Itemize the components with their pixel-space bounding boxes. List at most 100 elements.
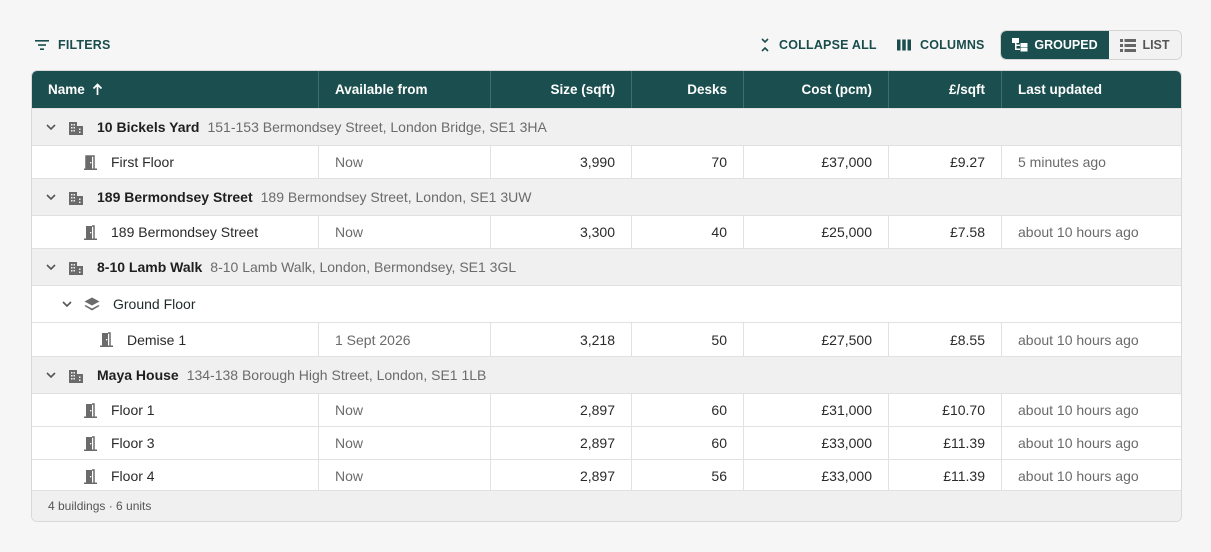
door-icon: [84, 468, 97, 484]
unit-name-cell: Floor 1: [32, 394, 319, 426]
column-header-label: Cost (pcm): [801, 82, 873, 97]
unit-name-cell: First Floor: [32, 146, 319, 178]
unit-name-cell: Floor 3: [32, 427, 319, 459]
updated-cell: about 10 hours ago: [1018, 224, 1139, 240]
building-icon: [69, 369, 83, 383]
collapse-arrows-icon: [761, 38, 769, 52]
filters-button[interactable]: FILTERS: [35, 28, 111, 62]
size-cell: 3,300: [491, 216, 632, 248]
building-icon: [69, 121, 83, 135]
chevron-down-icon[interactable]: [46, 123, 56, 131]
column-header-label: Last updated: [1018, 82, 1103, 97]
table-row[interactable]: Floor 4 Now 2,897 56 £33,000 £11.39 abou…: [32, 459, 1181, 492]
building-address: 8-10 Lamb Walk, London, Bermondsey, SE1 …: [210, 259, 517, 275]
unit-name-cell: 189 Bermondsey Street: [32, 216, 319, 248]
list-icon: [1120, 38, 1137, 52]
group-cell: 8-10 Lamb Walk 8-10 Lamb Walk, London, B…: [32, 259, 516, 275]
group-row[interactable]: 8-10 Lamb Walk 8-10 Lamb Walk, London, B…: [32, 248, 1181, 285]
desks-cell: 60: [632, 394, 744, 426]
filters-label: FILTERS: [58, 38, 111, 52]
group-cell: 189 Bermondsey Street 189 Bermondsey Str…: [32, 189, 531, 205]
column-header-label: Desks: [687, 82, 727, 97]
building-address: 189 Bermondsey Street, London, SE1 3UW: [260, 189, 532, 205]
available-cell: Now: [319, 146, 491, 178]
cost-cell: £27,500: [744, 323, 889, 356]
table-toolbar: FILTERS COLLAPSE ALL COLUMNS GROUPED LIS…: [31, 28, 1182, 62]
table-row[interactable]: 189 Bermondsey Street Now 3,300 40 £25,0…: [32, 215, 1181, 248]
table-header: Name Available from Size (sqft) Desks Co…: [32, 71, 1181, 108]
unit-name-cell: Floor 4: [32, 460, 319, 492]
column-header-updated[interactable]: Last updated: [1002, 71, 1181, 108]
size-cell: 3,990: [491, 146, 632, 178]
unit-name: Demise 1: [127, 331, 187, 348]
table-row[interactable]: Demise 1 1 Sept 2026 3,218 50 £27,500 £8…: [32, 322, 1181, 356]
size-cell: 2,897: [491, 394, 632, 426]
cost-cell: £33,000: [744, 427, 889, 459]
unit-name-cell: Demise 1: [32, 323, 319, 356]
chevron-down-icon[interactable]: [46, 371, 56, 379]
column-header-cost[interactable]: Cost (pcm): [744, 71, 889, 108]
updated-cell: 5 minutes ago: [1018, 154, 1106, 170]
door-icon: [84, 154, 97, 170]
tree-icon: [1012, 38, 1028, 52]
chevron-down-icon[interactable]: [46, 263, 56, 271]
building-name: 10 Bickels Yard: [97, 119, 200, 135]
floor-name: Ground Floor: [113, 296, 196, 312]
column-header-label: Available from: [335, 82, 428, 97]
column-header-name[interactable]: Name: [32, 71, 319, 108]
collapse-all-button[interactable]: COLLAPSE ALL: [760, 28, 877, 62]
floor-cell: Ground Floor: [32, 296, 195, 312]
properties-table: Name Available from Size (sqft) Desks Co…: [31, 70, 1182, 522]
available-cell: Now: [319, 427, 491, 459]
view-toggle: GROUPED LIST: [1000, 30, 1182, 60]
building-icon: [69, 191, 83, 205]
table-row[interactable]: Floor 1 Now 2,897 60 £31,000 £10.70 abou…: [32, 393, 1181, 426]
per-sqft-cell: £8.55: [889, 323, 1002, 356]
column-header-label: Name: [48, 82, 85, 97]
per-sqft-cell: £11.39: [889, 460, 1002, 492]
size-cell: 3,218: [491, 323, 632, 356]
door-icon: [84, 224, 97, 240]
updated-cell: about 10 hours ago: [1018, 402, 1139, 418]
floor-row[interactable]: Ground Floor: [32, 285, 1181, 322]
available-cell: Now: [319, 460, 491, 492]
collapse-all-label: COLLAPSE ALL: [779, 38, 877, 52]
size-cell: 2,897: [491, 427, 632, 459]
per-sqft-cell: £10.70: [889, 394, 1002, 426]
chevron-down-icon[interactable]: [62, 300, 72, 308]
per-sqft-cell: £9.27: [889, 146, 1002, 178]
building-icon: [69, 261, 83, 275]
building-address: 151-153 Bermondsey Street, London Bridge…: [207, 119, 547, 135]
group-row[interactable]: 10 Bickels Yard 151-153 Bermondsey Stree…: [32, 108, 1181, 145]
building-name: 8-10 Lamb Walk: [97, 259, 203, 275]
table-summary: 4 buildings · 6 units: [48, 499, 152, 513]
cost-cell: £33,000: [744, 460, 889, 492]
list-view-button[interactable]: LIST: [1109, 31, 1181, 59]
group-cell: 10 Bickels Yard 151-153 Bermondsey Stree…: [32, 119, 547, 135]
column-header-label: Size (sqft): [550, 82, 615, 97]
cost-cell: £37,000: [744, 146, 889, 178]
columns-button[interactable]: COLUMNS: [897, 28, 985, 62]
group-row[interactable]: Maya House 134-138 Borough High Street, …: [32, 356, 1181, 393]
column-header-per-sqft[interactable]: £/sqft: [889, 71, 1002, 108]
column-header-available[interactable]: Available from: [319, 71, 491, 108]
list-label: LIST: [1142, 38, 1170, 52]
grouped-view-button[interactable]: GROUPED: [1001, 31, 1109, 59]
column-header-size[interactable]: Size (sqft): [491, 71, 632, 108]
table-row[interactable]: Floor 3 Now 2,897 60 £33,000 £11.39 abou…: [32, 426, 1181, 459]
desks-cell: 56: [632, 460, 744, 492]
available-cell: 1 Sept 2026: [319, 323, 491, 356]
desks-cell: 70: [632, 146, 744, 178]
arrow-up-icon: [92, 83, 102, 95]
column-header-desks[interactable]: Desks: [632, 71, 744, 108]
unit-name: Floor 4: [111, 468, 155, 484]
group-row[interactable]: 189 Bermondsey Street 189 Bermondsey Str…: [32, 178, 1181, 215]
size-cell: 2,897: [491, 460, 632, 492]
columns-label: COLUMNS: [920, 38, 985, 52]
unit-name: Floor 3: [111, 435, 155, 451]
filter-lines-icon: [35, 40, 49, 50]
cost-cell: £31,000: [744, 394, 889, 426]
door-icon: [100, 332, 113, 347]
table-row[interactable]: First Floor Now 3,990 70 £37,000 £9.27 5…: [32, 145, 1181, 178]
chevron-down-icon[interactable]: [46, 193, 56, 201]
